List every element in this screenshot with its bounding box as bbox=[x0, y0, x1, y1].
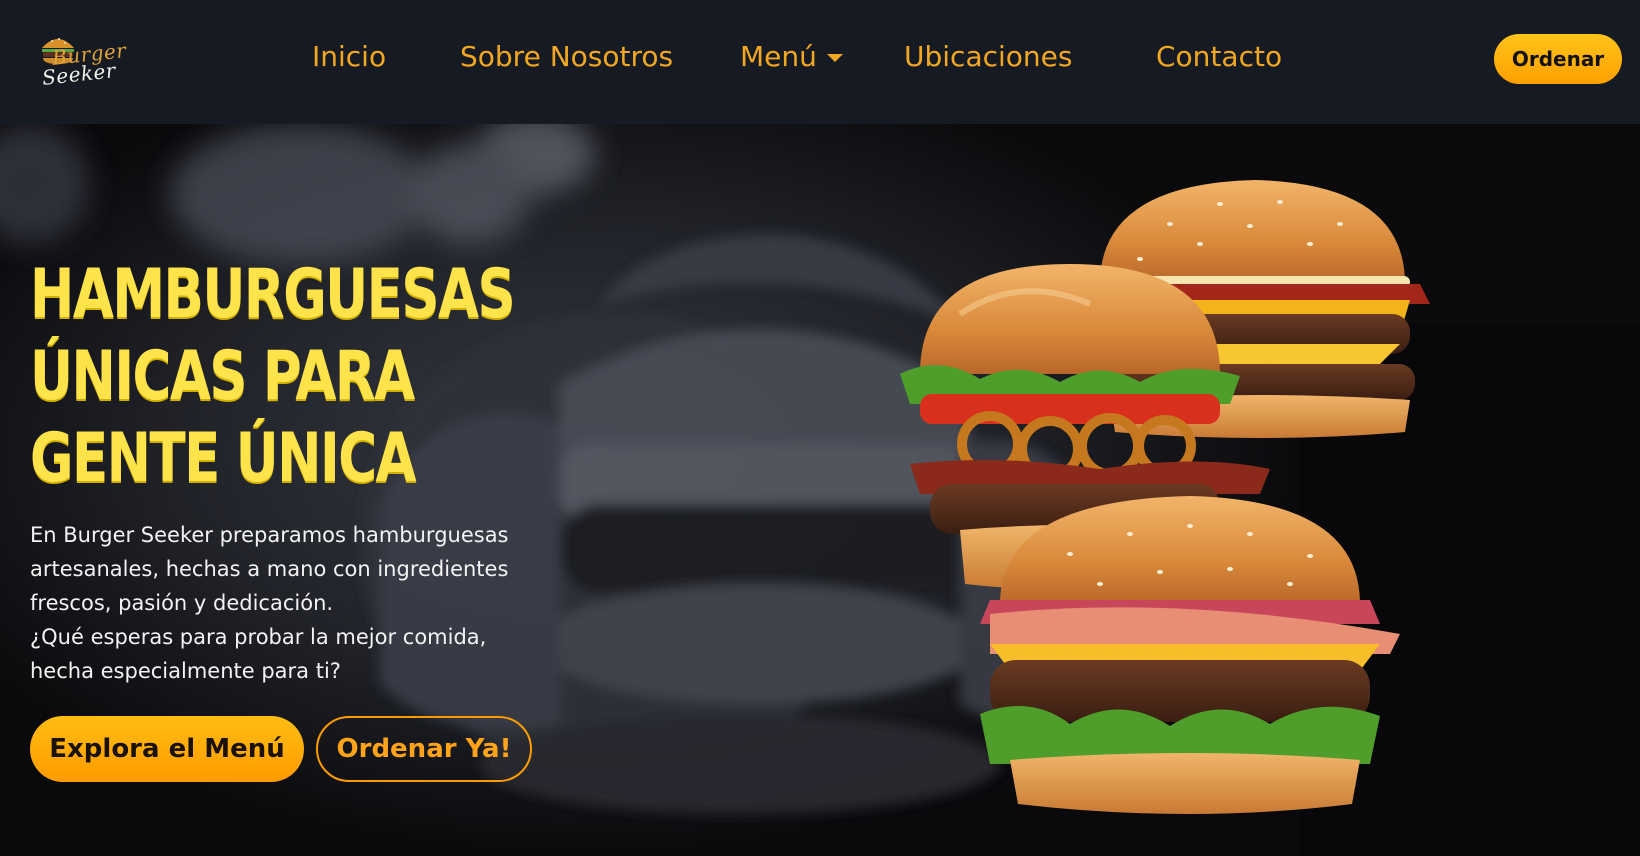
hero-title-line-2: ÚNICAS PARA bbox=[30, 337, 415, 416]
burgers-image bbox=[900, 180, 1430, 814]
explore-menu-button[interactable]: Explora el Menú bbox=[30, 716, 304, 782]
nav-item-menu-label: Menú bbox=[740, 40, 817, 73]
burger-front bbox=[980, 496, 1400, 814]
nav-links: Inicio Sobre Nosotros Menú Ubicaciones C… bbox=[0, 0, 1640, 124]
nav-item-menu[interactable]: Menú bbox=[740, 40, 843, 73]
chevron-down-icon bbox=[826, 53, 843, 62]
nav-item-sobre-nosotros[interactable]: Sobre Nosotros bbox=[460, 40, 673, 73]
hero-title-line-1: HAMBURGUESAS bbox=[30, 255, 516, 334]
hero-description-line-3: frescos, pasión y dedicación. bbox=[30, 591, 334, 615]
hero-description-line-5: hecha especialmente para ti? bbox=[30, 659, 341, 683]
nav-item-inicio[interactable]: Inicio bbox=[312, 40, 386, 73]
hero-title: HAMBURGUESAS ÚNICAS PARA GENTE ÚNICA bbox=[30, 254, 516, 500]
hero-description-line-4: ¿Qué esperas para probar la mejor comida… bbox=[30, 625, 487, 649]
hero-description: En Burger Seeker preparamos hamburguesas… bbox=[30, 518, 590, 688]
order-button[interactable]: Ordenar bbox=[1494, 34, 1622, 84]
hero-section: HAMBURGUESAS ÚNICAS PARA GENTE ÚNICA En … bbox=[0, 124, 1640, 856]
navbar: Burger Seeker Inicio Sobre Nosotros Menú… bbox=[0, 0, 1640, 124]
hero-title-line-3: GENTE ÚNICA bbox=[30, 419, 417, 498]
order-now-button[interactable]: Ordenar Ya! bbox=[316, 716, 532, 782]
nav-item-ubicaciones[interactable]: Ubicaciones bbox=[904, 40, 1072, 73]
hero-description-line-2: artesanales, hechas a mano con ingredien… bbox=[30, 557, 509, 581]
nav-item-contacto[interactable]: Contacto bbox=[1156, 40, 1282, 73]
hero-description-line-1: En Burger Seeker preparamos hamburguesas bbox=[30, 523, 509, 547]
